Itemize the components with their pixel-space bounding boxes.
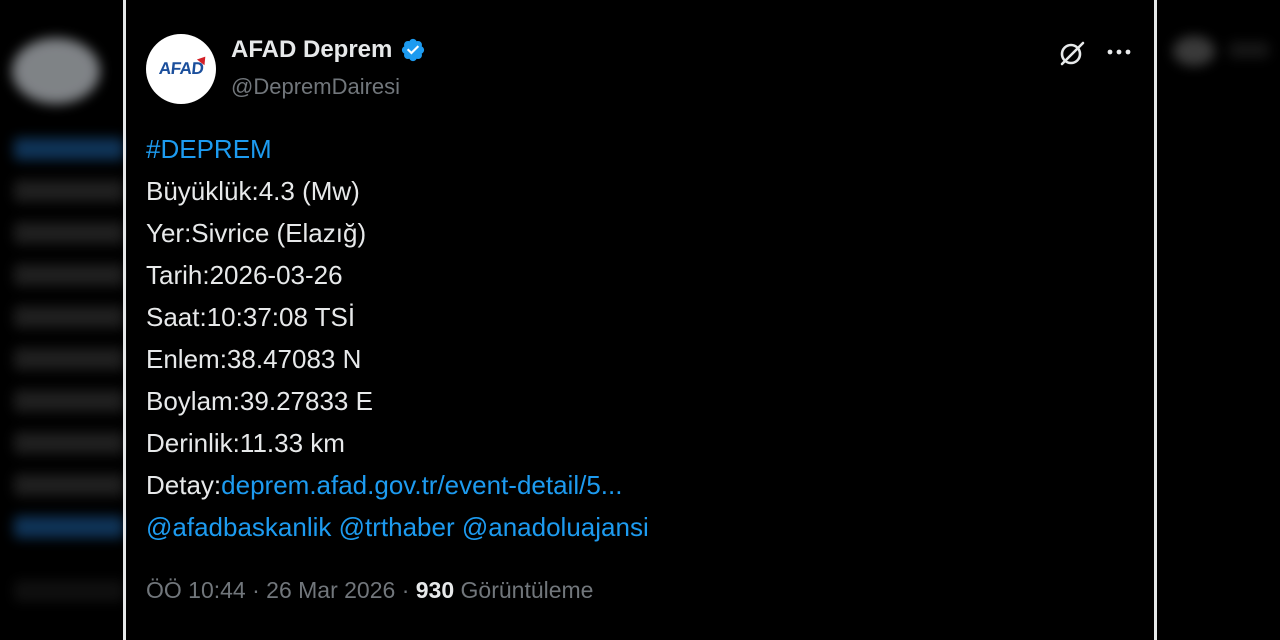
screenshot-stage: AFAD AFAD Deprem @DepremDairesi #DEPREM … — [0, 0, 1280, 640]
blurred-left-panel — [0, 0, 124, 640]
mention-link[interactable]: @trthaber — [339, 512, 455, 542]
author-handle[interactable]: @DepremDairesi — [231, 74, 400, 100]
date-line: Tarih:2026-03-26 — [146, 260, 343, 290]
blurred-right-panel — [1157, 0, 1280, 640]
grok-icon[interactable] — [1057, 38, 1087, 68]
tweet-text: #DEPREM Büyüklük:4.3 (Mw) Yer:Sivrice (E… — [146, 128, 649, 548]
avatar[interactable]: AFAD — [146, 34, 216, 104]
display-name[interactable]: AFAD Deprem — [231, 36, 392, 64]
views-count: 930 — [415, 577, 455, 603]
more-icon[interactable] — [1105, 40, 1135, 64]
magnitude-line: Büyüklük:4.3 (Mw) — [146, 176, 360, 206]
hashtag-link[interactable]: #DEPREM — [146, 134, 272, 164]
mention-link[interactable]: @anadoluajansi — [462, 512, 649, 542]
verified-badge-icon[interactable] — [400, 37, 426, 63]
longitude-line: Boylam:39.27833 E — [146, 386, 373, 416]
time-line: Saat:10:37:08 TSİ — [146, 302, 356, 332]
detail-link[interactable]: deprem.afad.gov.tr/event-detail/5... — [221, 470, 622, 500]
mention-link[interactable]: @afadbaskanlik — [146, 512, 331, 542]
tweet-card[interactable]: AFAD AFAD Deprem @DepremDairesi #DEPREM … — [127, 0, 1154, 640]
detail-label: Detay: — [146, 470, 222, 500]
timestamp-link[interactable]: ÖÖ 10:44 · 26 Mar 2026 · — [146, 577, 416, 603]
tweet-meta: ÖÖ 10:44 · 26 Mar 2026 · 930 Görüntüleme — [146, 577, 593, 604]
depth-line: Derinlik:11.33 km — [146, 428, 345, 458]
author-name-row: AFAD Deprem — [231, 36, 426, 64]
location-line: Yer:Sivrice (Elazığ) — [146, 218, 367, 248]
afad-logo: AFAD — [158, 53, 210, 79]
latitude-line: Enlem:38.47083 N — [146, 344, 362, 374]
left-divider — [123, 0, 126, 640]
views-label: Görüntüleme — [454, 577, 594, 603]
